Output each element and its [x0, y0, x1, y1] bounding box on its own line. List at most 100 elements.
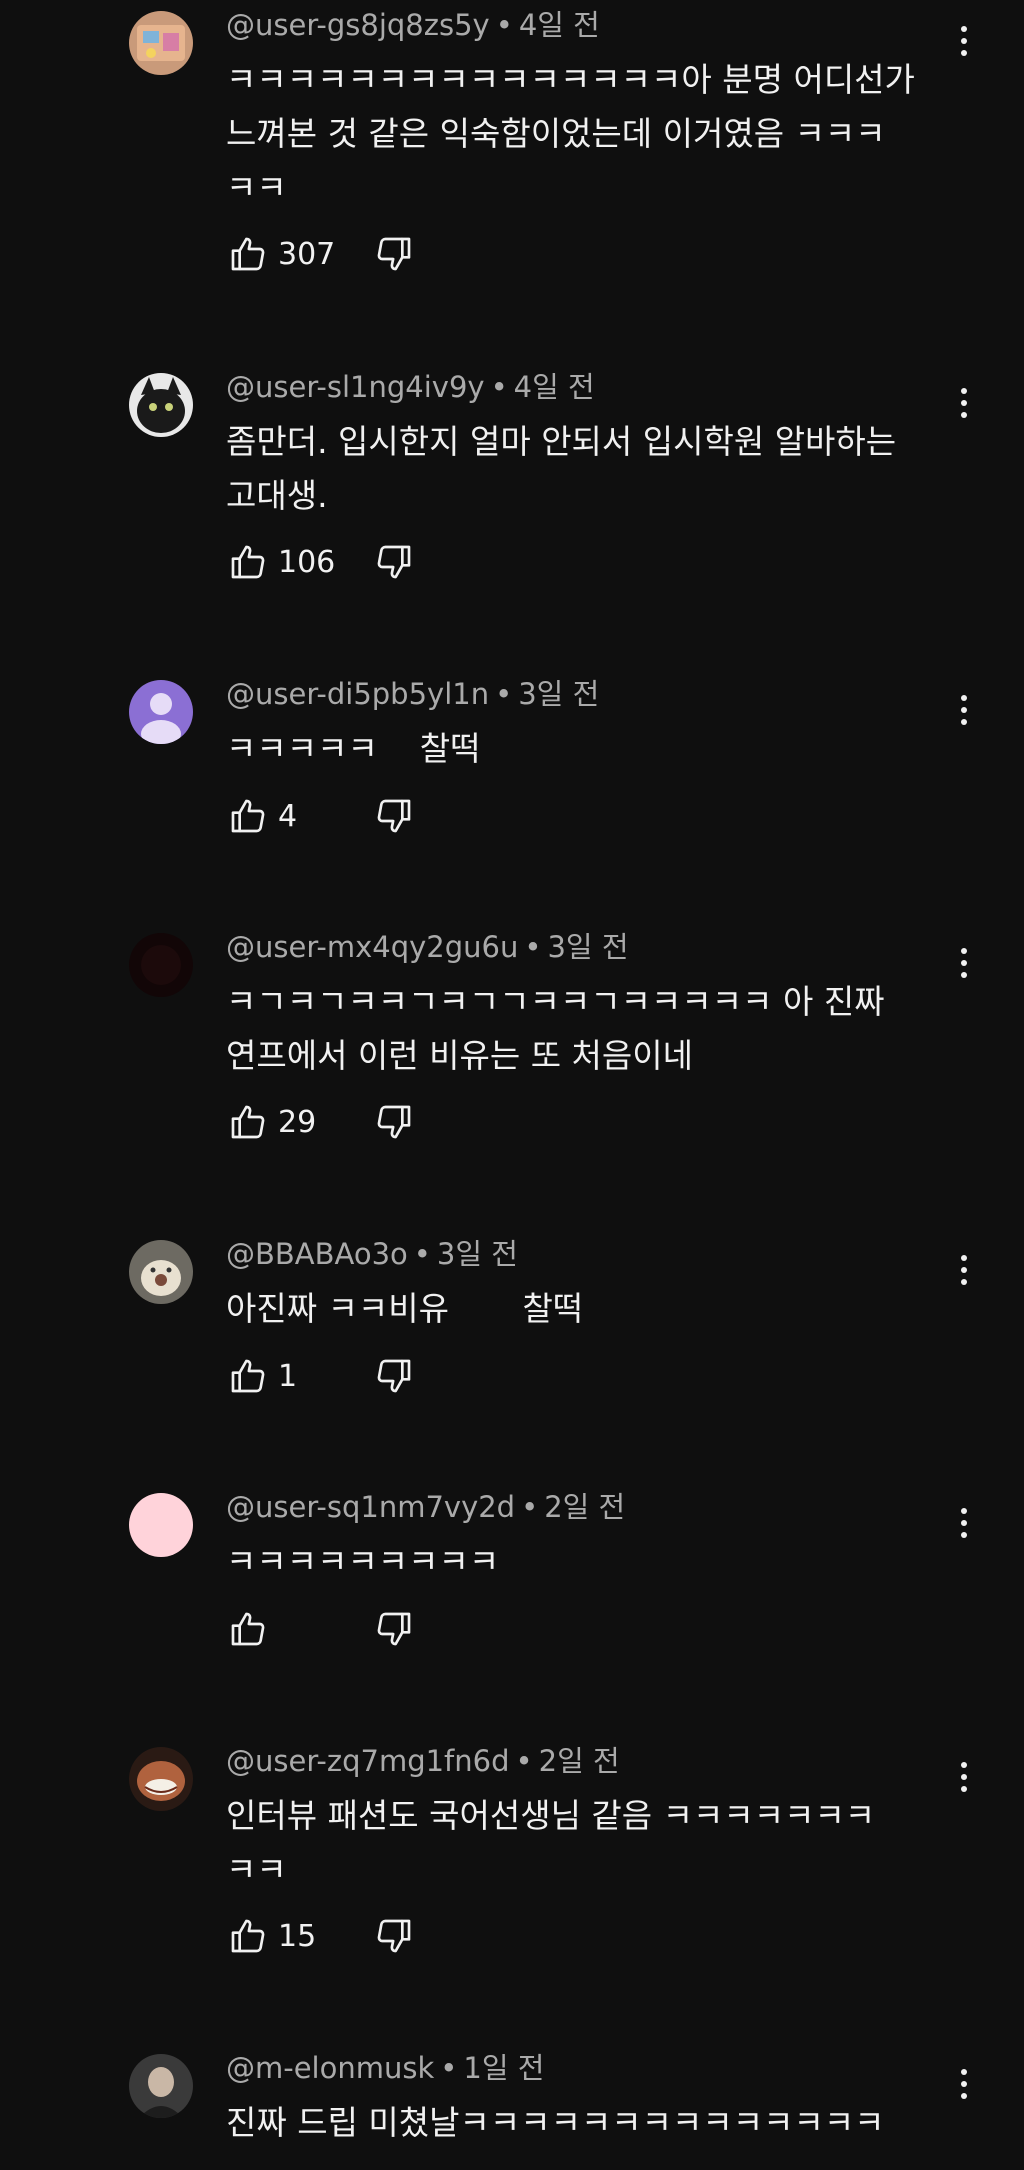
comment-time[interactable]: 2일 전	[544, 1490, 625, 1524]
more-vert-icon	[961, 1255, 967, 1261]
more-options-button[interactable]	[948, 941, 980, 985]
comment-text: ㅋㄱㅋㄱㅋㅋㄱㅋㄱㄱㅋㅋㄱㅋㅋㅋㅋㅋ 아 진짜 연프에서 이런 비유는 또 처음…	[226, 982, 885, 1075]
more-vert-icon	[961, 388, 967, 394]
avatar[interactable]	[129, 933, 193, 997]
like-button[interactable]	[226, 794, 270, 838]
separator-dot: •	[440, 2051, 458, 2085]
comment-meta: @user-mx4qy2gu6u • 3일 전	[226, 927, 629, 967]
dislike-button[interactable]	[372, 1607, 416, 1651]
comment-author[interactable]: @user-sl1ng4iv9y	[226, 370, 485, 404]
more-options-button[interactable]	[948, 2062, 980, 2106]
separator-dot: •	[413, 1237, 431, 1271]
more-vert-icon	[961, 948, 967, 954]
like-button[interactable]	[226, 540, 270, 584]
like-count: 4	[278, 798, 298, 834]
thumbs-down-icon	[377, 237, 411, 271]
avatar[interactable]	[129, 1747, 193, 1811]
comment-time[interactable]: 4일 전	[514, 370, 595, 404]
comment-actions: 1	[226, 1352, 416, 1400]
comment-author[interactable]: @user-gs8jq8zs5y	[226, 8, 490, 42]
thumbs-down-icon	[377, 1359, 411, 1393]
comment-text: ㅋㅋㅋㅋㅋㅋㅋㅋㅋ	[226, 1542, 500, 1581]
like-count: 29	[278, 1104, 317, 1140]
more-options-button[interactable]	[948, 1501, 980, 1545]
more-vert-icon	[961, 2069, 967, 2075]
comments-list: @user-gs8jq8zs5y • 4일 전 ㅋㅋㅋㅋㅋㅋㅋㅋㅋㅋㅋㅋㅋㅋㅋ아 분…	[0, 0, 1024, 2170]
thumbs-down-icon	[377, 1919, 411, 1953]
separator-dot: •	[521, 1490, 539, 1524]
comment-time[interactable]: 3일 전	[547, 930, 628, 964]
more-options-button[interactable]	[948, 1755, 980, 1799]
comment-time[interactable]: 4일 전	[519, 8, 600, 42]
comment-meta: @m-elonmusk • 1일 전	[226, 2048, 544, 2088]
thumbs-down-icon	[377, 799, 411, 833]
comment-time[interactable]: 2일 전	[539, 1744, 620, 1778]
like-button[interactable]	[226, 1354, 270, 1398]
more-vert-icon	[961, 1762, 967, 1768]
separator-dot: •	[515, 1744, 533, 1778]
like-button[interactable]	[226, 232, 270, 276]
avatar[interactable]	[129, 1493, 193, 1557]
dislike-button[interactable]	[372, 1354, 416, 1398]
dislike-button[interactable]	[372, 232, 416, 276]
comment-author[interactable]: @user-di5pb5yl1n	[226, 677, 489, 711]
comment-author[interactable]: @user-sq1nm7vy2d	[226, 1490, 515, 1524]
separator-dot: •	[524, 930, 542, 964]
more-options-button[interactable]	[948, 1248, 980, 1292]
comment-text: 진짜 드립 미쳤날ㅋㅋㅋㅋㅋㅋㅋㅋㅋㅋㅋㅋㅋㅋ	[226, 2103, 885, 2142]
dislike-button[interactable]	[372, 794, 416, 838]
dislike-button[interactable]	[372, 1100, 416, 1144]
avatar[interactable]	[129, 11, 193, 75]
like-count: 307	[278, 236, 336, 272]
comment-author[interactable]: @m-elonmusk	[226, 2051, 434, 2085]
avatar[interactable]	[129, 2054, 193, 2118]
comment-author[interactable]: @BBABAo3o	[226, 1237, 408, 1271]
separator-dot: •	[495, 8, 513, 42]
more-options-button[interactable]	[948, 688, 980, 732]
thumbs-up-icon	[231, 1359, 265, 1393]
comment-time[interactable]: 1일 전	[463, 2051, 544, 2085]
comment-meta: @user-zq7mg1fn6d • 2일 전	[226, 1741, 620, 1781]
thumbs-up-icon	[231, 1105, 265, 1139]
comment-author[interactable]: @user-zq7mg1fn6d	[226, 1744, 510, 1778]
thumbs-up-icon	[231, 545, 265, 579]
thumbs-up-icon	[231, 799, 265, 833]
comment-time[interactable]: 3일 전	[437, 1237, 518, 1271]
dislike-button[interactable]	[372, 1914, 416, 1958]
comment-time[interactable]: 3일 전	[518, 677, 599, 711]
separator-dot: •	[490, 370, 508, 404]
more-options-button[interactable]	[948, 381, 980, 425]
comment-meta: @user-gs8jq8zs5y • 4일 전	[226, 5, 600, 45]
like-button[interactable]	[226, 1100, 270, 1144]
comment-actions: 4	[226, 792, 416, 840]
like-count: 15	[278, 1918, 317, 1954]
dislike-button[interactable]	[372, 540, 416, 584]
more-options-button[interactable]	[948, 19, 980, 63]
thumbs-down-icon	[377, 1612, 411, 1646]
comment-actions: 29	[226, 1098, 416, 1146]
more-vert-icon	[961, 1508, 967, 1514]
thumbs-down-icon	[377, 1105, 411, 1139]
comment-text: 아진짜 ㅋㅋ비유 찰떡	[226, 1289, 584, 1328]
avatar[interactable]	[129, 1240, 193, 1304]
thumbs-up-icon	[231, 1919, 265, 1953]
thumbs-up-icon	[231, 237, 265, 271]
comment-text: ㅋㅋㅋㅋㅋ 찰떡	[226, 729, 481, 768]
thumbs-up-icon	[231, 1612, 265, 1646]
more-vert-icon	[961, 26, 967, 32]
like-button[interactable]	[226, 1607, 270, 1651]
comment-actions: 106	[226, 538, 416, 586]
comment-actions: 307	[226, 230, 416, 278]
comment-text: 인터뷰 패션도 국어선생님 같음 ㅋㅋㅋㅋㅋㅋㅋ ㅋㅋ	[226, 1796, 876, 1889]
comment-meta: @BBABAo3o • 3일 전	[226, 1234, 518, 1274]
comment-actions: 15	[226, 1912, 416, 1960]
comment-text: 좀만더. 입시한지 얼마 안되서 입시학원 알바하는 고대생.	[226, 422, 897, 515]
like-count: 1	[278, 1358, 298, 1394]
separator-dot: •	[495, 677, 513, 711]
like-count: 106	[278, 544, 336, 580]
avatar[interactable]	[129, 373, 193, 437]
comment-author[interactable]: @user-mx4qy2gu6u	[226, 930, 518, 964]
avatar[interactable]	[129, 680, 193, 744]
like-button[interactable]	[226, 1914, 270, 1958]
more-vert-icon	[961, 695, 967, 701]
